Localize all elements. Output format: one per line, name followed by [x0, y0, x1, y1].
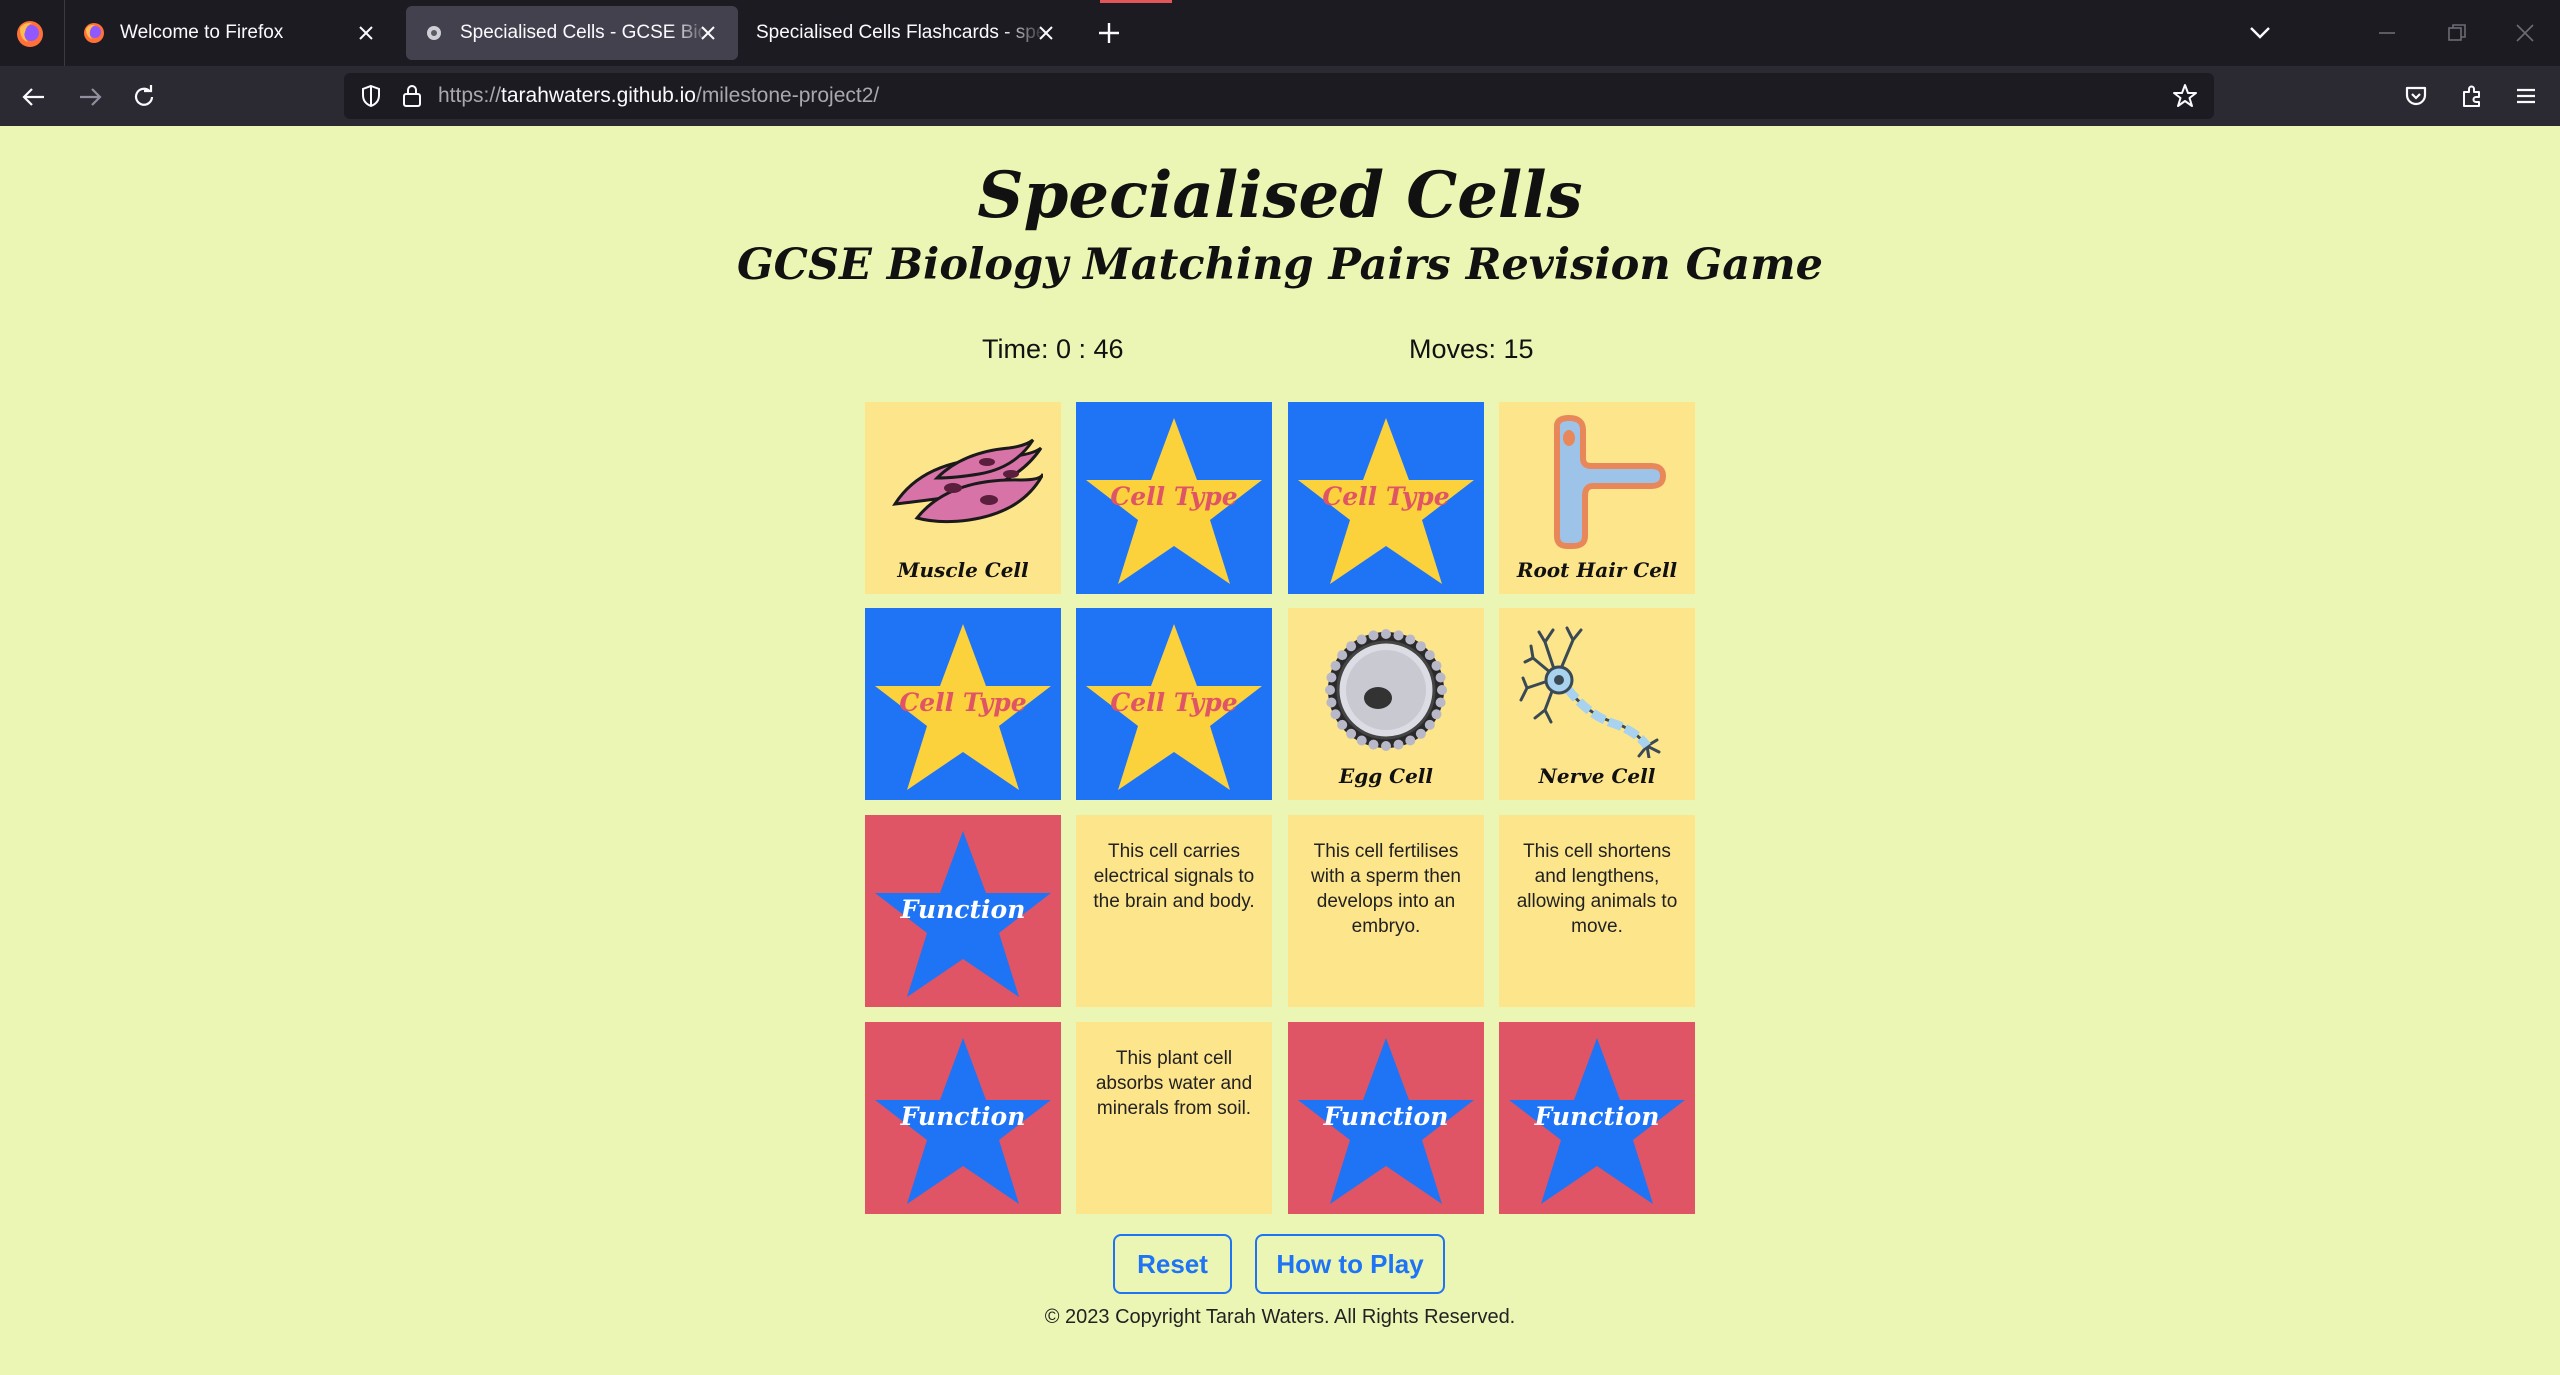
card-label: Root Hair Cell: [1516, 558, 1678, 582]
card-back-label: Cell Type: [899, 688, 1027, 717]
how-to-play-button[interactable]: How to Play: [1255, 1234, 1445, 1294]
card-back-label: Function: [1323, 1102, 1449, 1131]
tab-title: Specialised Cells Flashcards - specialis…: [756, 22, 1046, 43]
url-scheme: https://: [438, 84, 502, 107]
card-back-function[interactable]: Function: [1288, 1022, 1484, 1214]
card-function-text: This cell carries electrical signals to …: [1093, 841, 1255, 912]
card-label: Egg Cell: [1338, 764, 1433, 788]
card-function-text: This cell shortens and lengthens, allowi…: [1516, 841, 1678, 937]
card-face-root-hair-cell[interactable]: Root Hair Cell: [1499, 402, 1695, 594]
site-favicon-icon: [427, 26, 441, 40]
back-arrow-icon[interactable]: [20, 83, 48, 111]
card-back-label: Cell Type: [1322, 482, 1450, 511]
url-path: /milestone-project2/: [695, 84, 880, 107]
card-back-label: Cell Type: [1110, 482, 1238, 511]
card-face-function-text[interactable]: This cell fertilises with a sperm then d…: [1288, 815, 1484, 1007]
muscle-cell-icon: [892, 438, 1043, 524]
nerve-cell-icon: [1519, 626, 1661, 758]
card-face-nerve-cell[interactable]: Nerve Cell: [1499, 608, 1695, 800]
new-tab-icon[interactable]: [1096, 20, 1122, 46]
tab-title: Welcome to Firefox: [120, 22, 284, 43]
card-back-function[interactable]: Function: [865, 815, 1061, 1007]
card-label: Nerve Cell: [1538, 764, 1656, 788]
url-text[interactable]: https://tarahwaters.github.io/milestone-…: [438, 73, 879, 119]
card-face-function-text[interactable]: This cell shortens and lengthens, allowi…: [1499, 815, 1695, 1007]
reset-button[interactable]: Reset: [1113, 1234, 1232, 1294]
card-face-muscle-cell[interactable]: Muscle Cell: [865, 402, 1061, 594]
hamburger-menu-icon[interactable]: [2512, 82, 2540, 110]
address-bar[interactable]: https://tarahwaters.github.io/milestone-…: [344, 73, 2214, 119]
page-content: Specialised Cells GCSE Biology Matching …: [0, 126, 2560, 1375]
root-hair-cell-icon: [1554, 414, 1667, 549]
pocket-icon[interactable]: [2402, 82, 2430, 110]
lock-icon[interactable]: [400, 83, 424, 109]
url-domain: tarahwaters.github.io: [501, 84, 696, 107]
tab-title: Specialised Cells - GCSE Biology: [460, 22, 710, 43]
bookmark-star-icon[interactable]: [2172, 83, 2198, 109]
card-label: Muscle Cell: [897, 558, 1029, 582]
extensions-puzzle-icon[interactable]: [2458, 82, 2486, 110]
tab-specialised-cells[interactable]: Specialised Cells - GCSE Biology: [406, 6, 738, 60]
timer: Time: 0 : 46: [982, 334, 1124, 364]
copyright-footer: © 2023 Copyright Tarah Waters. All Right…: [1044, 1306, 1516, 1328]
card-back-function[interactable]: Function: [1499, 1022, 1695, 1214]
card-back-cell-type[interactable]: Cell Type: [1076, 608, 1272, 800]
card-back-label: Function: [900, 895, 1026, 924]
page-title: Specialised Cells: [977, 158, 1583, 233]
page-subtitle: GCSE Biology Matching Pairs Revision Gam…: [736, 240, 1824, 290]
navigation-toolbar: https://tarahwaters.github.io/milestone-…: [0, 66, 2560, 126]
card-face-function-text[interactable]: This cell carries electrical signals to …: [1076, 815, 1272, 1007]
card-back-label: Function: [900, 1102, 1026, 1131]
card-face-egg-cell[interactable]: Egg Cell: [1288, 608, 1484, 800]
chevron-down-icon[interactable]: [2248, 22, 2272, 42]
card-function-text: This cell fertilises with a sperm then d…: [1311, 841, 1461, 937]
forward-arrow-icon[interactable]: [76, 83, 104, 111]
card-back-label: Function: [1534, 1102, 1660, 1131]
card-back-label: Cell Type: [1110, 688, 1238, 717]
close-tab-icon[interactable]: [698, 23, 718, 43]
card-function-text: This plant cell absorbs water and minera…: [1095, 1048, 1253, 1119]
move-counter: Moves: 15: [1409, 334, 1534, 364]
close-tab-icon[interactable]: [356, 23, 376, 43]
close-tab-icon[interactable]: [1036, 23, 1056, 43]
reload-icon[interactable]: [130, 83, 158, 111]
restore-icon[interactable]: [2446, 22, 2468, 44]
tab-indicator: [1100, 0, 1172, 3]
card-back-function[interactable]: Function: [865, 1022, 1061, 1214]
tab-separator: [64, 0, 65, 66]
firefox-menu-icon[interactable]: [14, 18, 46, 50]
card-back-cell-type[interactable]: Cell Type: [1288, 402, 1484, 594]
firefox-favicon-icon: [84, 23, 104, 43]
tab-flashcards[interactable]: Specialised Cells Flashcards - specialis…: [740, 6, 1070, 60]
card-back-cell-type[interactable]: Cell Type: [865, 608, 1061, 800]
egg-cell-icon: [1325, 629, 1447, 751]
tab-bar: Welcome to Firefox Specialised Cells - G…: [0, 0, 2560, 66]
card-face-function-text[interactable]: This plant cell absorbs water and minera…: [1076, 1022, 1272, 1214]
tab-welcome-firefox[interactable]: Welcome to Firefox: [66, 6, 396, 60]
window-close-icon[interactable]: [2514, 22, 2536, 44]
tracking-protection-shield-icon[interactable]: [358, 83, 384, 109]
card-back-cell-type[interactable]: Cell Type: [1076, 402, 1272, 594]
minimize-icon[interactable]: [2376, 22, 2398, 44]
